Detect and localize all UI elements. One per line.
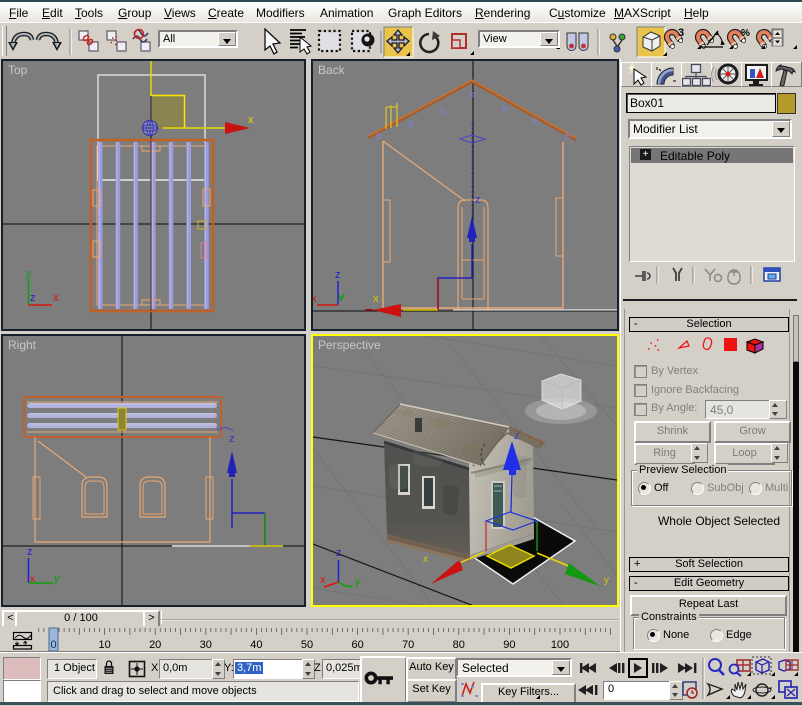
svg-text:80: 80: [453, 639, 465, 651]
svg-text:90: 90: [503, 639, 515, 651]
svg-text:10: 10: [98, 639, 110, 651]
svg-text:x: x: [313, 293, 317, 305]
svg-text:y: y: [604, 575, 609, 586]
svg-text:z: z: [30, 292, 36, 304]
svg-text:x: x: [423, 554, 428, 565]
svg-text:40: 40: [250, 639, 262, 651]
svg-text:0: 0: [50, 639, 56, 651]
svg-text:%: %: [741, 28, 750, 39]
svg-text:x: x: [53, 292, 59, 304]
svg-text:60: 60: [351, 639, 363, 651]
svg-text:70: 70: [402, 639, 414, 651]
svg-text:x: x: [30, 574, 35, 585]
svg-text:y: y: [25, 268, 33, 280]
svg-text:50: 50: [301, 639, 313, 651]
svg-text:x: x: [373, 293, 379, 305]
svg-text:20: 20: [149, 639, 161, 651]
svg-text:z: z: [514, 431, 519, 442]
svg-text:y: y: [53, 573, 61, 585]
svg-text:y: y: [354, 576, 362, 588]
svg-text:z: z: [229, 433, 235, 445]
svg-text:x: x: [320, 574, 326, 586]
svg-text:z: z: [336, 547, 342, 559]
svg-text:3: 3: [678, 27, 684, 39]
svg-text:z: z: [475, 194, 481, 206]
svg-text:z: z: [27, 546, 33, 558]
svg-text:30: 30: [200, 639, 212, 651]
svg-text:100: 100: [551, 639, 569, 651]
svg-text:z: z: [335, 269, 341, 281]
svg-text:x: x: [248, 114, 254, 126]
